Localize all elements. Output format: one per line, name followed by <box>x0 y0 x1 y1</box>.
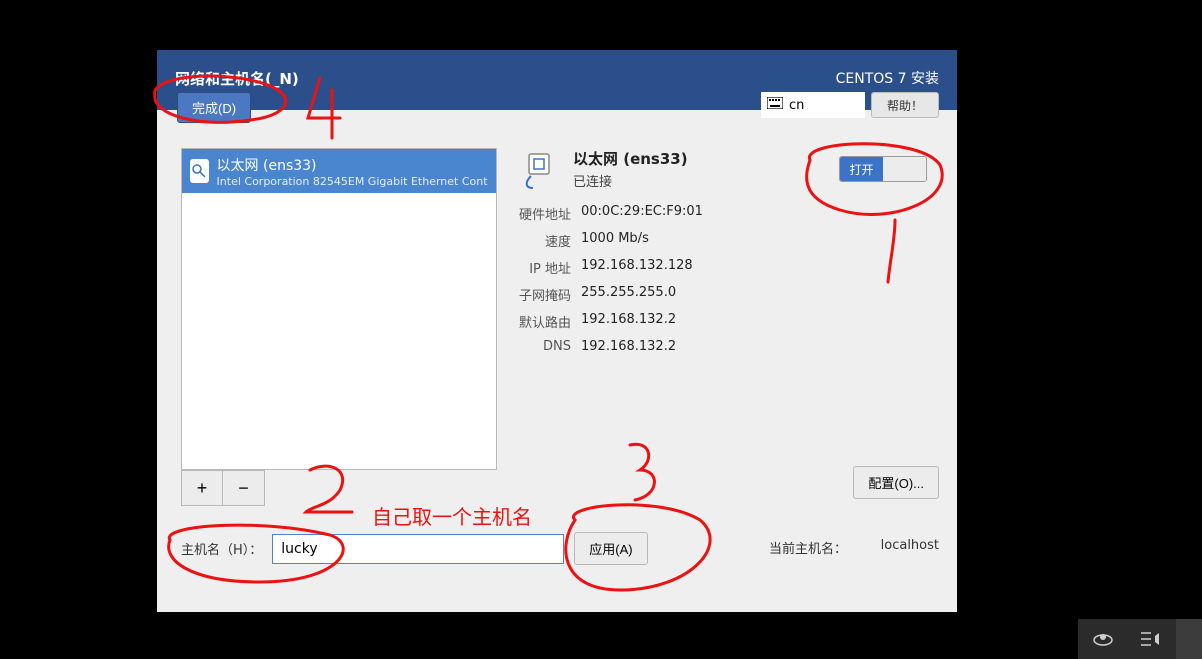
info-value: 192.168.132.2 <box>581 312 676 331</box>
keyboard-layout-label: cn <box>789 98 804 113</box>
tray-app-icon[interactable] <box>1078 619 1127 659</box>
info-row-speed: 速度 1000 Mb/s <box>517 231 703 250</box>
info-label: IP 地址 <box>517 258 571 277</box>
current-hostname-value: localhost <box>881 538 939 553</box>
info-value: 1000 Mb/s <box>581 231 649 250</box>
hostname-input[interactable] <box>272 534 564 564</box>
device-item-title: 以太网 (ens33) <box>217 155 488 175</box>
info-value: 192.168.132.2 <box>581 339 676 354</box>
info-label: 默认路由 <box>517 312 571 331</box>
info-row-dns: DNS 192.168.132.2 <box>517 339 703 354</box>
info-value: 00:0C:29:EC:F9:01 <box>581 204 703 223</box>
info-label: DNS <box>517 339 571 354</box>
connection-toggle[interactable]: 打开 <box>839 156 927 182</box>
ethernet-port-icon <box>517 148 561 192</box>
network-device-list[interactable]: 以太网 (ens33) Intel Corporation 82545EM Gi… <box>181 148 497 470</box>
taskbar <box>1078 619 1202 659</box>
keyboard-icon <box>767 97 783 113</box>
device-item-text: 以太网 (ens33) Intel Corporation 82545EM Gi… <box>217 155 488 188</box>
keyboard-layout-selector[interactable]: cn <box>761 92 865 118</box>
info-value: 255.255.255.0 <box>581 285 676 304</box>
info-row-hwaddr: 硬件地址 00:0C:29:EC:F9:01 <box>517 204 703 223</box>
current-hostname-label: 当前主机名： <box>769 538 847 557</box>
hostname-label: 主机名（H）： <box>181 539 262 558</box>
info-row-gateway: 默认路由 192.168.132.2 <box>517 312 703 331</box>
device-info-grid: 硬件地址 00:0C:29:EC:F9:01 速度 1000 Mb/s IP 地… <box>517 204 703 362</box>
connection-toggle-on-label: 打开 <box>840 157 883 181</box>
device-detail-status: 已连接 <box>573 171 688 190</box>
header-bar: 网络和主机名(_N) CENTOS 7 安装 完成(D) cn 帮助！ <box>157 50 957 110</box>
page-title: 网络和主机名(_N) <box>175 68 299 89</box>
installer-brand: CENTOS 7 安装 <box>836 68 939 88</box>
help-button[interactable]: 帮助！ <box>871 92 939 118</box>
info-label: 子网掩码 <box>517 285 571 304</box>
hostname-row: 主机名（H）： 应用(A) <box>181 532 648 565</box>
info-value: 192.168.132.128 <box>581 258 693 277</box>
device-detail-title: 以太网 (ens33) <box>573 148 688 169</box>
tray-show-desktop[interactable] <box>1176 619 1202 659</box>
done-button[interactable]: 完成(D) <box>177 92 251 123</box>
device-item-subtitle: Intel Corporation 82545EM Gigabit Ethern… <box>217 175 488 188</box>
add-device-button[interactable]: + <box>181 470 223 506</box>
remove-device-button[interactable]: − <box>223 470 265 506</box>
body-panel: 以太网 (ens33) Intel Corporation 82545EM Gi… <box>157 138 957 612</box>
installer-window: 网络和主机名(_N) CENTOS 7 安装 完成(D) cn 帮助！ 以太网 … <box>157 50 957 612</box>
configure-button[interactable]: 配置(O)... <box>853 466 939 499</box>
apply-hostname-button[interactable]: 应用(A) <box>574 532 647 565</box>
device-item-ens33[interactable]: 以太网 (ens33) Intel Corporation 82545EM Gi… <box>182 149 496 193</box>
info-label: 硬件地址 <box>517 204 571 223</box>
ethernet-icon <box>190 159 209 183</box>
tray-volume-icon[interactable] <box>1127 619 1176 659</box>
device-list-controls: + − <box>181 470 265 506</box>
info-row-ip: IP 地址 192.168.132.128 <box>517 258 703 277</box>
info-label: 速度 <box>517 231 571 250</box>
connection-toggle-knob <box>883 157 926 181</box>
info-row-netmask: 子网掩码 255.255.255.0 <box>517 285 703 304</box>
